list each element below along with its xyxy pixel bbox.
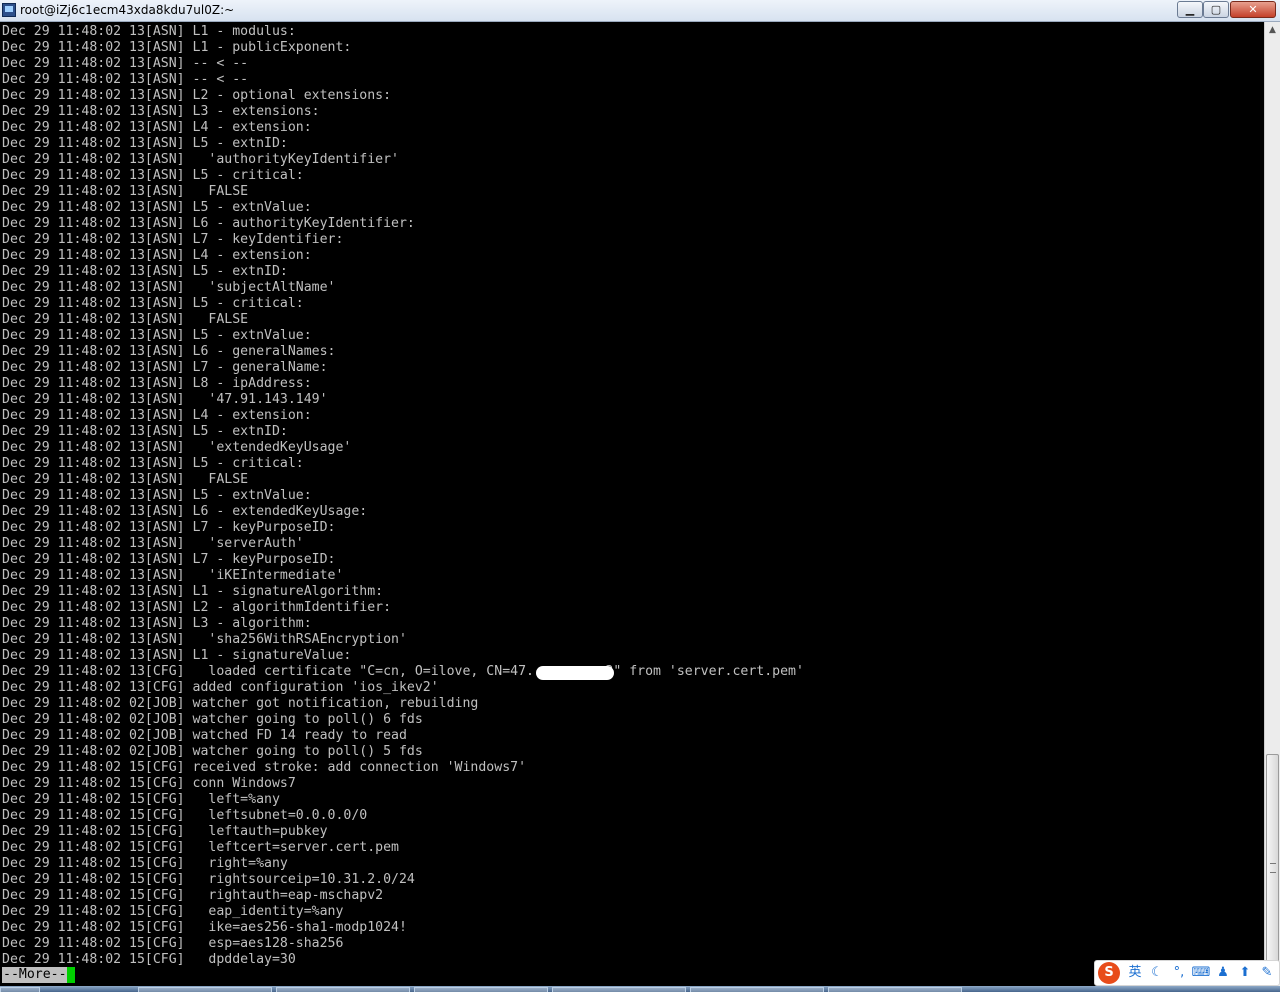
terminal-line: Dec 29 11:48:02 13[ASN] 'iKEIntermediate…: [2, 568, 344, 583]
terminal-line: Dec 29 11:48:02 13[ASN] FALSE: [2, 472, 249, 487]
scroll-up-arrow-icon[interactable]: ▲: [1265, 22, 1280, 38]
terminal-line: Dec 29 11:48:02 13[ASN] L5 - extnID:: [2, 424, 288, 439]
user-icon[interactable]: ♟: [1213, 963, 1233, 983]
terminal-line: Dec 29 11:48:02 13[ASN] '47.91.143.149': [2, 392, 328, 407]
terminal-line: Dec 29 11:48:02 13[ASN] L4 - extension:: [2, 408, 312, 423]
terminal-line: Dec 29 11:48:02 13[ASN] L3 - extensions:: [2, 104, 320, 119]
terminal-line: Dec 29 11:48:02 13[ASN] L6 - extendedKey…: [2, 504, 368, 519]
terminal-line: Dec 29 11:48:02 13[ASN] 'sha256WithRSAEn…: [2, 632, 407, 647]
vertical-scrollbar[interactable]: ▲: [1264, 22, 1280, 986]
terminal-line: Dec 29 11:48:02 13[ASN] L1 - signatureAl…: [2, 584, 384, 599]
punctuation-icon[interactable]: °,: [1169, 963, 1189, 983]
terminal-line: Dec 29 11:48:02 13[ASN] L8 - ipAddress:: [2, 376, 312, 391]
minimize-button[interactable]: ▁: [1177, 1, 1203, 18]
terminal-line: Dec 29 11:48:02 13[ASN] 'extendedKeyUsag…: [2, 440, 352, 455]
terminal-line: Dec 29 11:48:02 13[CFG] loaded certifica…: [2, 664, 804, 679]
pager-prompt: --More--: [2, 967, 68, 983]
terminal-line: Dec 29 11:48:02 02[JOB] watched FD 14 re…: [2, 728, 407, 743]
grip-icon: [1270, 863, 1276, 873]
taskbar[interactable]: [0, 986, 1280, 992]
terminal-line: Dec 29 11:48:02 13[ASN] -- < --: [2, 72, 249, 87]
terminal-line: Dec 29 11:48:02 13[ASN] FALSE: [2, 312, 249, 327]
terminal-line: Dec 29 11:48:02 13[ASN] 'serverAuth': [2, 536, 304, 551]
window-title: root@iZj6c1ecm43xda8kdu7ul0Z:~: [20, 3, 235, 17]
ime-toolbar[interactable]: S 英 ☾ °, ⌨ ♟ ⬆ ✎: [1094, 960, 1280, 986]
terminal-line: Dec 29 11:48:02 13[ASN] L3 - algorithm:: [2, 616, 312, 631]
terminal-line: Dec 29 11:48:02 13[ASN] L5 - extnID:: [2, 136, 288, 151]
terminal-line: Dec 29 11:48:02 13[ASN] L1 - signatureVa…: [2, 648, 352, 663]
terminal-line: Dec 29 11:48:02 15[CFG] rightauth=eap-ms…: [2, 888, 384, 903]
terminal-line: Dec 29 11:48:02 15[CFG] eap_identity=%an…: [2, 904, 344, 919]
terminal-line: Dec 29 11:48:02 13[ASN] L5 - critical:: [2, 168, 304, 183]
terminal-line: Dec 29 11:48:02 13[ASN] 'subjectAltName': [2, 280, 336, 295]
terminal-line: Dec 29 11:48:02 13[ASN] L5 - extnValue:: [2, 488, 312, 503]
terminal-line: Dec 29 11:48:02 13[ASN] L5 - extnID:: [2, 264, 288, 279]
terminal-line: Dec 29 11:48:02 15[CFG] right=%any: [2, 856, 288, 871]
taskbar-item[interactable]: [690, 987, 824, 992]
redaction-mark: [536, 666, 614, 680]
taskbar-item[interactable]: [276, 987, 410, 992]
terminal-line: Dec 29 11:48:02 15[CFG] received stroke:…: [2, 760, 527, 775]
terminal-line: Dec 29 11:48:02 13[ASN] L5 - extnValue:: [2, 328, 312, 343]
sogou-logo-icon[interactable]: S: [1098, 962, 1120, 984]
terminal-line: Dec 29 11:48:02 13[ASN] L2 - algorithmId…: [2, 600, 392, 615]
close-button[interactable]: ✕: [1230, 1, 1276, 18]
terminal-line: Dec 29 11:48:02 15[CFG] dpddelay=30: [2, 952, 296, 967]
terminal-line: Dec 29 11:48:02 13[ASN] L5 - extnValue:: [2, 200, 312, 215]
terminal-line: Dec 29 11:48:02 15[CFG] ike=aes256-sha1-…: [2, 920, 407, 935]
scrollbar-thumb[interactable]: [1266, 754, 1279, 982]
terminal-line: Dec 29 11:48:02 13[ASN] L6 - authorityKe…: [2, 216, 415, 231]
window-titlebar[interactable]: root@iZj6c1ecm43xda8kdu7ul0Z:~ ▁ ▢ ✕: [0, 0, 1280, 22]
terminal-output[interactable]: Dec 29 11:48:02 13[ASN] L1 - modulus: Dec…: [0, 22, 1264, 982]
terminal-line: Dec 29 11:48:02 13[ASN] L1 - modulus:: [2, 24, 296, 39]
maximize-button[interactable]: ▢: [1203, 1, 1229, 18]
terminal-line: Dec 29 11:48:02 15[CFG] leftsubnet=0.0.0…: [2, 808, 368, 823]
terminal-line: Dec 29 11:48:02 13[ASN] 'authorityKeyIde…: [2, 152, 399, 167]
wrench-icon[interactable]: ✎: [1257, 963, 1277, 983]
terminal-line: Dec 29 11:48:02 13[ASN] L5 - critical:: [2, 456, 304, 471]
terminal-line: Dec 29 11:48:02 13[ASN] L4 - extension:: [2, 248, 312, 263]
terminal-line: Dec 29 11:48:02 15[CFG] leftcert=server.…: [2, 840, 399, 855]
terminal-line: Dec 29 11:48:02 13[ASN] L5 - critical:: [2, 296, 304, 311]
keyboard-icon[interactable]: ⌨: [1191, 963, 1211, 983]
taskbar-item[interactable]: [828, 987, 962, 992]
taskbar-item[interactable]: [552, 987, 686, 992]
taskbar-item[interactable]: [138, 987, 272, 992]
terminal-line: Dec 29 11:48:02 02[JOB] watcher got noti…: [2, 696, 479, 711]
terminal-line: Dec 29 11:48:02 13[ASN] L7 - keyPurposeI…: [2, 520, 336, 535]
terminal-line: Dec 29 11:48:02 13[ASN] FALSE: [2, 184, 249, 199]
terminal-line: Dec 29 11:48:02 13[ASN] L1 - publicExpon…: [2, 40, 352, 55]
start-button[interactable]: [0, 987, 40, 992]
terminal-line: Dec 29 11:48:02 13[ASN] L7 - generalName…: [2, 360, 328, 375]
terminal-line: Dec 29 11:48:02 02[JOB] watcher going to…: [2, 744, 423, 759]
terminal-line: Dec 29 11:48:02 13[ASN] L7 - keyPurposeI…: [2, 552, 336, 567]
terminal-line: Dec 29 11:48:02 15[CFG] left=%any: [2, 792, 280, 807]
terminal-line: Dec 29 11:48:02 15[CFG] leftauth=pubkey: [2, 824, 328, 839]
ime-mode-toggle[interactable]: 英: [1125, 963, 1145, 983]
terminal-line: Dec 29 11:48:02 13[ASN] L7 - keyIdentifi…: [2, 232, 344, 247]
terminal-line: Dec 29 11:48:02 13[CFG] added configurat…: [2, 680, 439, 695]
putty-icon[interactable]: [2, 3, 16, 17]
terminal-line: Dec 29 11:48:02 13[ASN] L2 - optional ex…: [2, 88, 392, 103]
taskbar-item[interactable]: [414, 987, 548, 992]
moon-icon[interactable]: ☾: [1147, 963, 1167, 983]
terminal-line: Dec 29 11:48:02 13[ASN] -- < --: [2, 56, 249, 71]
terminal-line: Dec 29 11:48:02 13[ASN] L4 - extension:: [2, 120, 312, 135]
terminal-line: Dec 29 11:48:02 15[CFG] conn Windows7: [2, 776, 296, 791]
terminal-line: Dec 29 11:48:02 15[CFG] rightsourceip=10…: [2, 872, 415, 887]
shirt-icon[interactable]: ⬆: [1235, 963, 1255, 983]
terminal-line: Dec 29 11:48:02 13[ASN] L6 - generalName…: [2, 344, 336, 359]
terminal-line: Dec 29 11:48:02 15[CFG] esp=aes128-sha25…: [2, 936, 344, 951]
terminal-line: Dec 29 11:48:02 02[JOB] watcher going to…: [2, 712, 423, 727]
text-cursor: [67, 967, 75, 983]
